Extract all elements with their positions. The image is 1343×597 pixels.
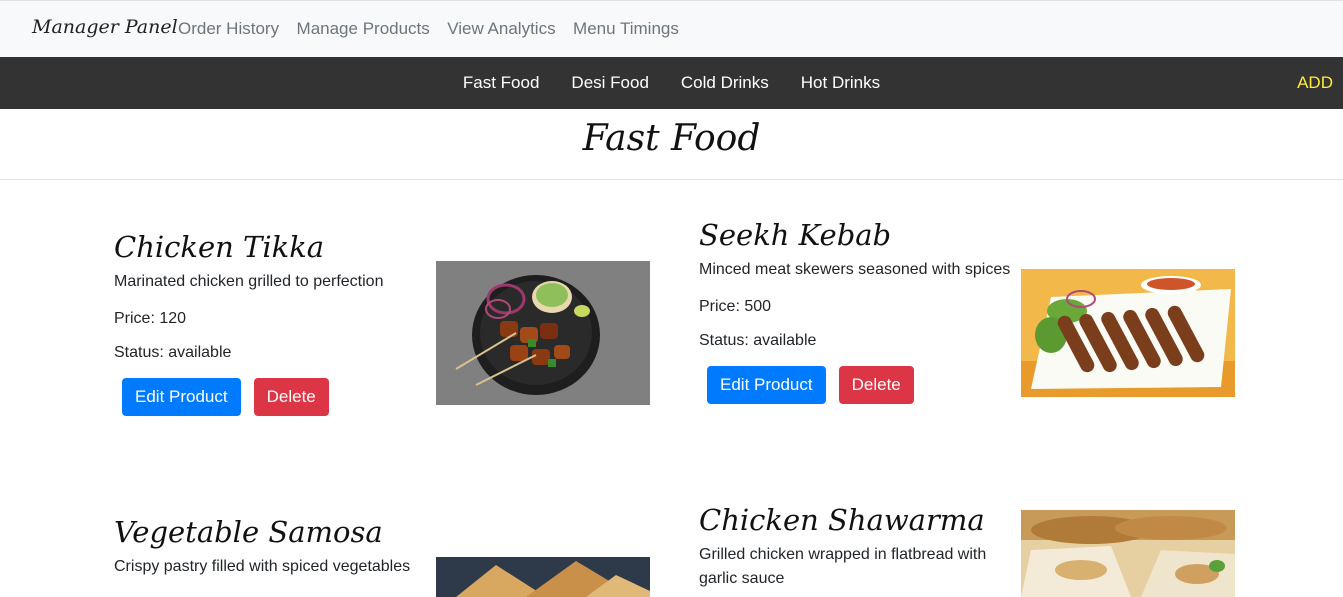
chicken-tikka-photo xyxy=(436,261,650,405)
nav-link-order-history[interactable]: Order History xyxy=(178,19,279,39)
nav-link-view-analytics[interactable]: View Analytics xyxy=(447,19,555,39)
product-description: Grilled chicken wrapped in flatbread wit… xyxy=(699,546,987,587)
delete-product-button[interactable]: Delete xyxy=(838,366,914,404)
brand-logo[interactable]: Manager Panel xyxy=(32,16,178,38)
add-product-link[interactable]: ADD xyxy=(1297,73,1333,93)
chicken-shawarma-photo xyxy=(1021,510,1235,597)
vegetable-samosa-photo xyxy=(436,557,650,597)
product-description: Crispy pastry filled with spiced vegetab… xyxy=(114,558,411,575)
edit-product-button[interactable]: Edit Product xyxy=(122,378,241,416)
category-cold-drinks[interactable]: Cold Drinks xyxy=(681,73,769,93)
product-description: Marinated chicken grilled to perfection xyxy=(114,273,384,290)
product-description: Minced meat skewers seasoned with spices xyxy=(699,261,1011,278)
edit-product-button[interactable]: Edit Product xyxy=(707,366,826,404)
category-desi-food[interactable]: Desi Food xyxy=(571,73,648,93)
seekh-kebab-photo xyxy=(1021,269,1235,397)
nav-links: Order History Manage Products View Analy… xyxy=(178,19,692,39)
category-bar: Fast Food Desi Food Cold Drinks Hot Drin… xyxy=(0,57,1343,109)
section-title: Fast Food xyxy=(0,109,1343,180)
nav-link-menu-timings[interactable]: Menu Timings xyxy=(573,19,679,39)
delete-product-button[interactable]: Delete xyxy=(253,378,329,416)
category-list: Fast Food Desi Food Cold Drinks Hot Drin… xyxy=(0,57,1343,109)
product-name: Seekh Kebab xyxy=(699,218,892,252)
category-fast-food[interactable]: Fast Food xyxy=(463,73,540,93)
top-navbar: Manager Panel Order History Manage Produ… xyxy=(0,0,1343,57)
product-name: Vegetable Samosa xyxy=(114,515,383,549)
nav-link-manage-products[interactable]: Manage Products xyxy=(297,19,430,39)
category-hot-drinks[interactable]: Hot Drinks xyxy=(801,73,880,93)
product-name: Chicken Tikka xyxy=(114,230,325,264)
